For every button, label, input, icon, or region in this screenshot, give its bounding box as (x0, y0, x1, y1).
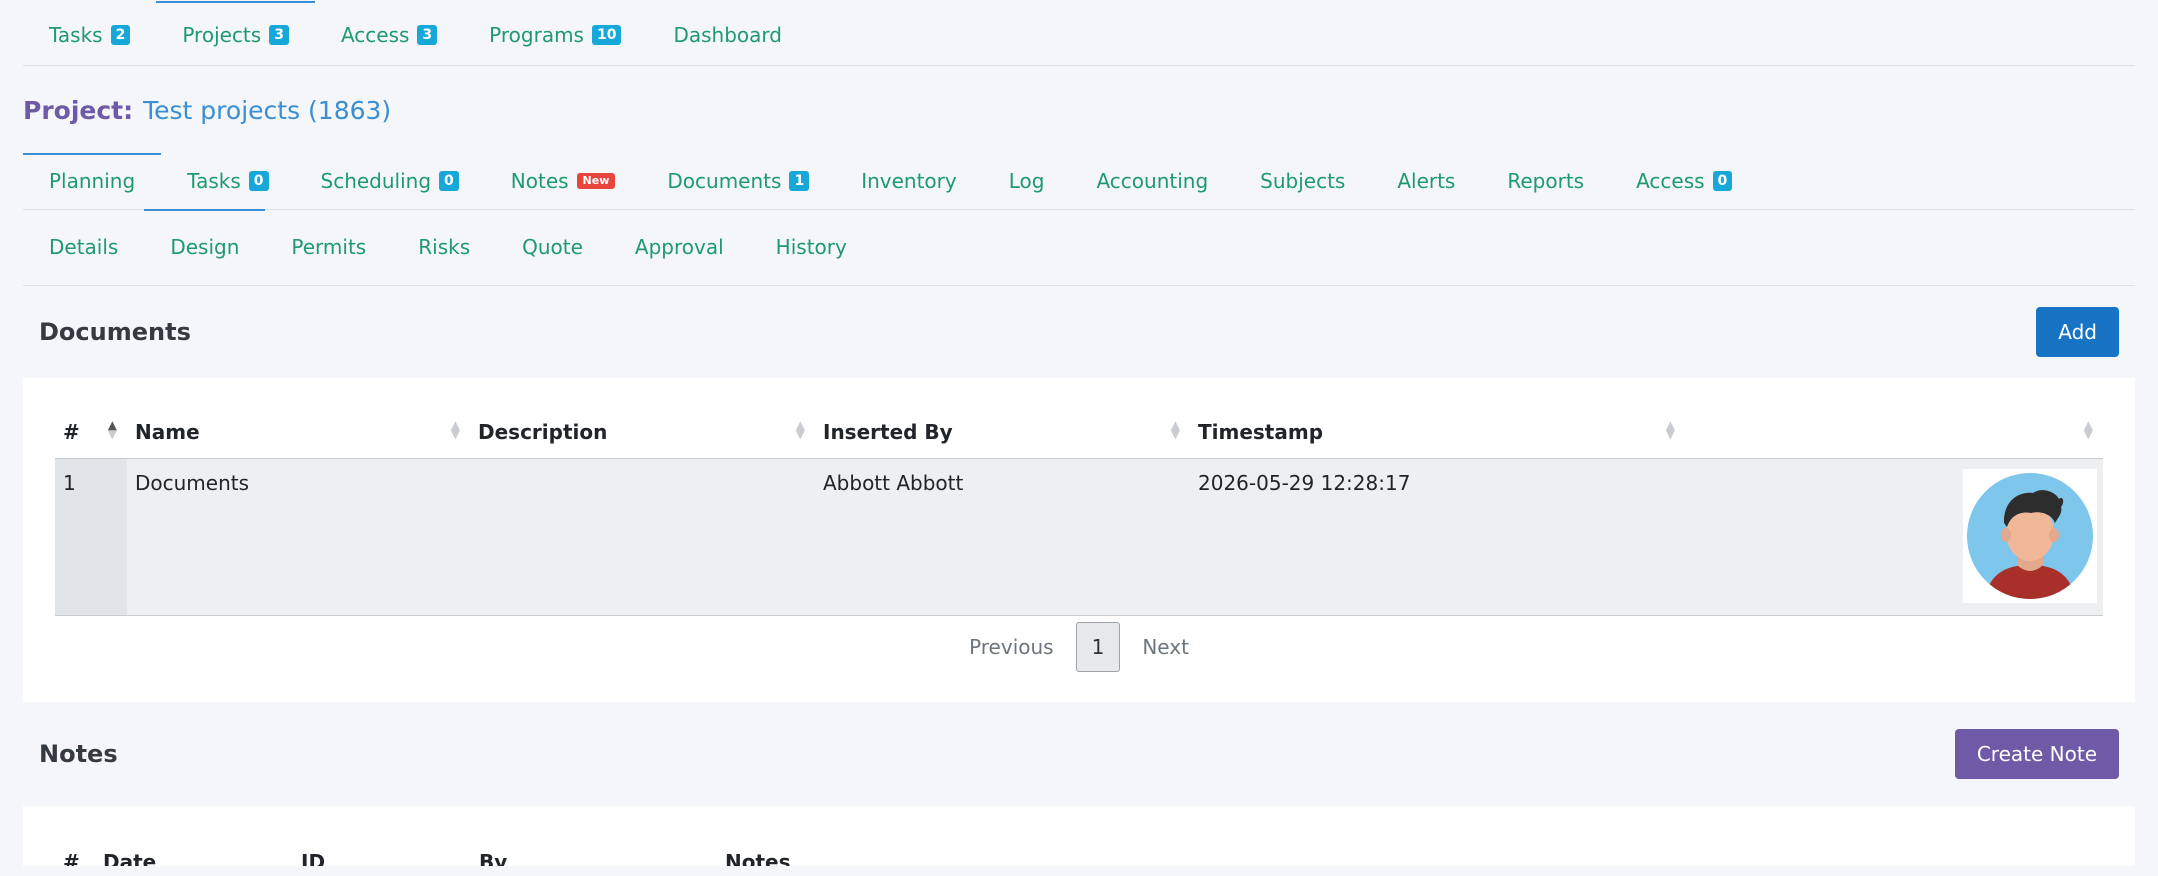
tab-notes[interactable]: Notes New (485, 153, 642, 209)
pagination-page-current[interactable]: 1 (1075, 622, 1121, 672)
table-header-row: # Date ID By Notes (55, 806, 2103, 866)
sort-arrows-icon: ▲ ▼ (450, 418, 460, 441)
top-nav-tabs: Tasks 2 Projects 3 Access 3 Programs 10 … (23, 0, 2135, 66)
column-header-by[interactable]: By (471, 806, 717, 866)
documents-title: Documents (39, 318, 191, 346)
notes-header: Notes Create Note (23, 702, 2135, 806)
column-header-extra[interactable] (1897, 806, 2103, 866)
tab-dashboard[interactable]: Dashboard (647, 1, 808, 65)
cell-name[interactable]: Documents (127, 458, 470, 616)
pagination-previous[interactable]: Previous (969, 635, 1054, 659)
documents-badge: 1 (789, 171, 810, 191)
column-header-number[interactable]: # ▲ ▼ (55, 402, 127, 459)
projects-count-badge: 3 (269, 25, 289, 45)
sort-arrows-icon: ▲ ▼ (107, 418, 117, 441)
documents-pagination: Previous 1 Next (55, 616, 2103, 678)
sort-arrows-icon: ▲ ▼ (1170, 418, 1180, 441)
user-avatar-icon (1963, 469, 2097, 603)
project-access-badge: 0 (1712, 171, 1733, 191)
tab-scheduling[interactable]: Scheduling 0 (295, 153, 485, 209)
column-header-number[interactable]: # (55, 806, 95, 866)
tab-details[interactable]: Details (23, 209, 144, 285)
programs-count-badge: 10 (591, 25, 622, 45)
cell-number: 1 (55, 458, 127, 616)
table-header-row: # ▲ ▼ Name ▲ ▼ Description ▲ ▼ Inserted By ▲ ▼ T… (55, 402, 2103, 459)
tab-risks[interactable]: Risks (392, 209, 496, 285)
tab-reports[interactable]: Reports (1481, 153, 1610, 209)
documents-table: # ▲ ▼ Name ▲ ▼ Description ▲ ▼ Inserted By ▲ ▼ T… (55, 402, 2103, 616)
notes-new-badge: New (576, 173, 616, 189)
tab-projects[interactable]: Projects 3 (156, 1, 315, 65)
documents-header: Documents Add (23, 286, 2135, 378)
sort-arrows-icon: ▲ ▼ (1665, 418, 1675, 441)
tab-documents[interactable]: Documents 1 (641, 153, 835, 209)
sort-arrows-icon: ▲ ▼ (795, 418, 805, 441)
cell-inserted-by: Abbott Abbott (815, 458, 1190, 616)
column-header-inserted-by[interactable]: Inserted By ▲ ▼ (815, 402, 1190, 459)
tab-planning[interactable]: Planning (23, 153, 162, 209)
tab-tasks[interactable]: Tasks 2 (23, 1, 156, 65)
column-header-timestamp[interactable]: Timestamp ▲ ▼ (1190, 402, 1685, 459)
tab-accounting[interactable]: Accounting (1070, 153, 1234, 209)
project-tasks-badge: 0 (248, 171, 269, 191)
column-header-avatar[interactable]: ▲ ▼ (1685, 402, 2103, 459)
column-header-date[interactable]: Date (95, 806, 293, 866)
tab-permits[interactable]: Permits (265, 209, 392, 285)
column-header-id[interactable]: ID (293, 806, 471, 866)
notes-card: # Date ID By Notes (23, 806, 2135, 866)
pagination-next[interactable]: Next (1142, 635, 1189, 659)
cell-description (470, 458, 815, 616)
scheduling-badge: 0 (439, 171, 459, 191)
planning-tabs: Details Design Permits Risks Quote Appro… (23, 209, 2135, 286)
project-tabs: Planning Tasks 0 Scheduling 0 Notes New Doc… (23, 153, 2135, 210)
cell-avatar (1685, 458, 2103, 616)
tab-quote[interactable]: Quote (496, 209, 609, 285)
create-note-button[interactable]: Create Note (1954, 729, 2119, 779)
notes-title: Notes (39, 740, 118, 768)
project-label: Project: (23, 95, 134, 125)
notes-table: # Date ID By Notes (55, 806, 2103, 866)
tab-log[interactable]: Log (983, 153, 1071, 209)
documents-card: # ▲ ▼ Name ▲ ▼ Description ▲ ▼ Inserted By ▲ ▼ T… (23, 378, 2135, 702)
tab-access[interactable]: Access 3 (315, 1, 463, 65)
access-count-badge: 3 (417, 25, 438, 45)
column-header-name[interactable]: Name ▲ ▼ (127, 402, 470, 459)
cell-timestamp: 2026-05-29 12:28:17 (1190, 458, 1685, 616)
tab-history[interactable]: History (750, 209, 873, 285)
tab-approval[interactable]: Approval (609, 209, 750, 285)
tasks-count-badge: 2 (110, 25, 131, 45)
page: Tasks 2 Projects 3 Access 3 Programs 10 … (0, 0, 2158, 876)
column-header-notes[interactable]: Notes (717, 806, 1897, 866)
tab-project-access[interactable]: Access 0 (1610, 153, 1758, 209)
sort-arrows-icon: ▲ ▼ (2083, 418, 2093, 441)
tab-subjects[interactable]: Subjects (1234, 153, 1371, 209)
project-name-link[interactable]: Test projects (1863) (143, 96, 391, 125)
tab-design[interactable]: Design (144, 209, 266, 285)
tab-alerts[interactable]: Alerts (1371, 153, 1481, 209)
table-row[interactable]: 1 Documents Abbott Abbott 2026-05-29 12:… (55, 458, 2103, 616)
project-title: Project: Test projects (1863) (23, 66, 2135, 154)
tab-programs[interactable]: Programs 10 (463, 1, 647, 65)
column-header-description[interactable]: Description ▲ ▼ (470, 402, 815, 459)
tab-project-tasks[interactable]: Tasks 0 (161, 153, 294, 209)
tab-inventory[interactable]: Inventory (835, 153, 983, 209)
add-document-button[interactable]: Add (2036, 307, 2119, 357)
